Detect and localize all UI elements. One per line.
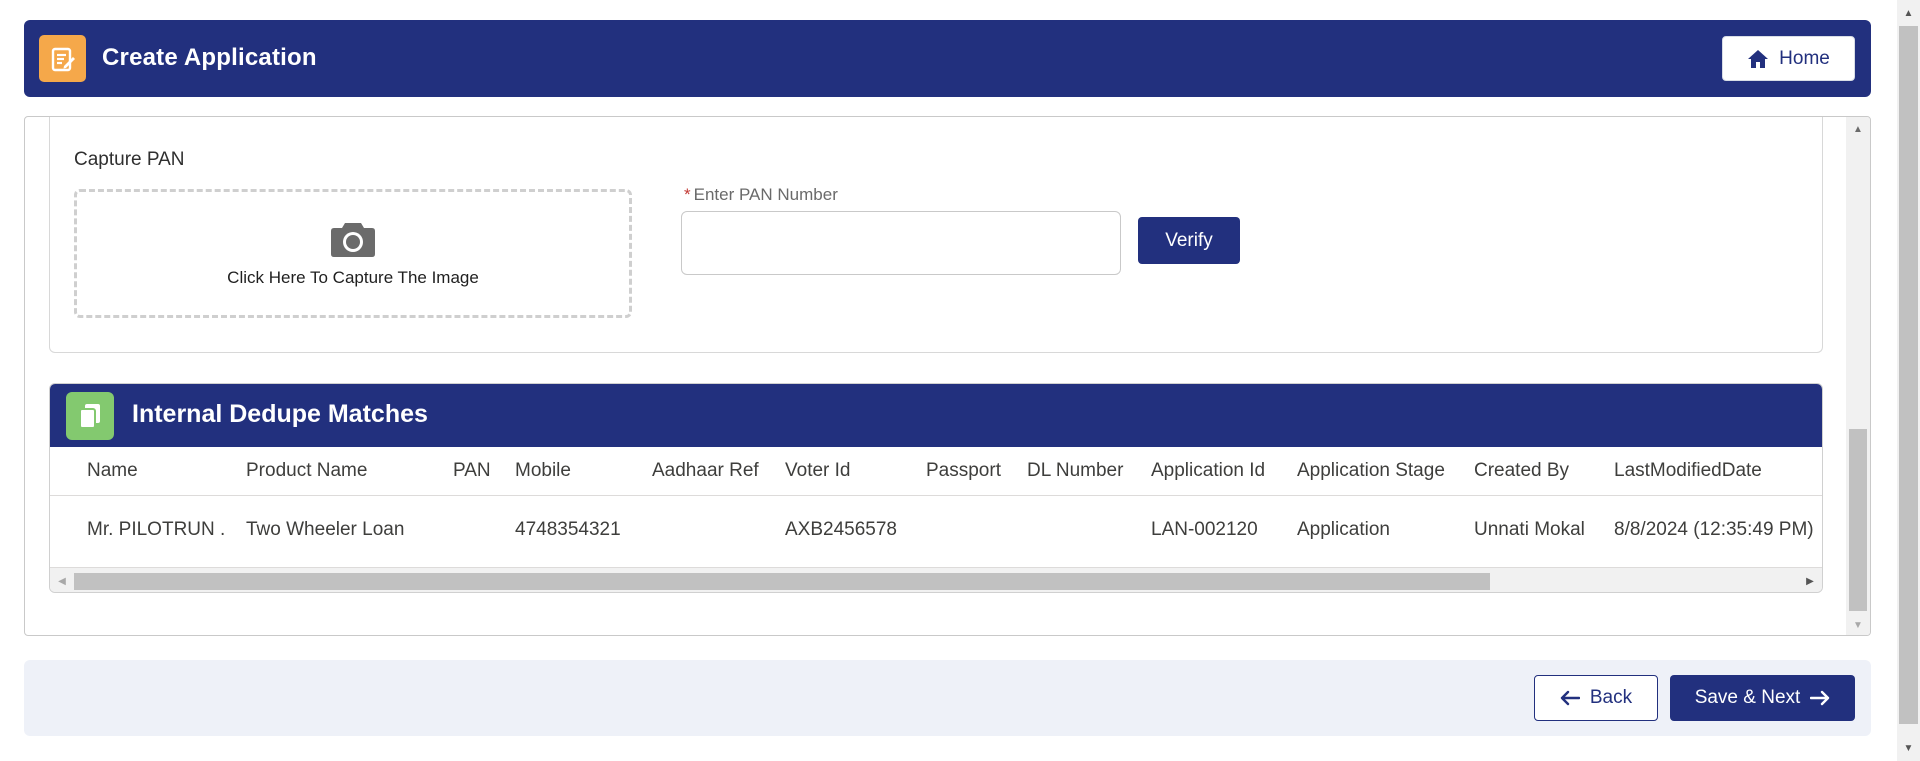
home-icon [1748, 49, 1769, 68]
column-header-product-name[interactable]: Product Name [246, 460, 367, 482]
verify-button[interactable]: Verify [1138, 217, 1240, 264]
column-header-application-stage[interactable]: Application Stage [1297, 460, 1445, 482]
column-header-voter-id[interactable]: Voter Id [785, 460, 851, 482]
capture-pan-title: Capture PAN [74, 149, 185, 170]
page-vertical-scrollbar[interactable]: ▲ ▼ [1897, 0, 1920, 761]
back-button[interactable]: Back [1534, 675, 1658, 721]
cell-product-name: Two Wheeler Loan [246, 519, 405, 540]
cell-name: Mr. PILOTRUN . [87, 519, 226, 540]
documents-icon [66, 392, 114, 440]
column-header-name[interactable]: Name [87, 460, 138, 482]
scroll-down-icon[interactable]: ▼ [1846, 615, 1870, 635]
column-header-last-modified-date[interactable]: LastModifiedDate [1614, 460, 1762, 482]
cell-mobile: 4748354321 [515, 519, 621, 540]
edit-document-icon [39, 35, 86, 82]
column-header-mobile[interactable]: Mobile [515, 460, 571, 482]
dedupe-title: Internal Dedupe Matches [132, 400, 428, 428]
main-content-panel: Capture PAN Click Here To Capture The Im… [24, 116, 1871, 636]
capture-image-area[interactable]: Click Here To Capture The Image [74, 189, 632, 318]
pan-number-label: * Enter PAN Number [684, 185, 838, 205]
page-scroll-up-icon[interactable]: ▲ [1897, 4, 1920, 22]
pan-capture-card: Capture PAN Click Here To Capture The Im… [49, 117, 1823, 353]
dedupe-table: Name Product Name PAN Mobile Aadhaar Ref… [50, 447, 1822, 592]
horizontal-scroll-thumb[interactable] [74, 573, 1490, 590]
capture-image-text: Click Here To Capture The Image [227, 267, 479, 287]
header-divider [50, 495, 1822, 496]
pan-number-input[interactable] [681, 211, 1121, 275]
panel-scroll-thumb[interactable] [1849, 429, 1867, 611]
table-horizontal-scrollbar[interactable]: ◀ ▶ [50, 568, 1822, 592]
pan-number-label-text: Enter PAN Number [693, 185, 838, 204]
column-header-dl-number[interactable]: DL Number [1027, 460, 1123, 482]
camera-icon [331, 222, 375, 257]
internal-dedupe-card: Internal Dedupe Matches Name Product Nam… [49, 383, 1823, 593]
cell-voter-id: AXB2456578 [785, 519, 897, 540]
arrow-right-icon [1810, 690, 1830, 706]
column-header-passport[interactable]: Passport [926, 460, 1001, 482]
page-title: Create Application [102, 44, 317, 71]
save-next-button[interactable]: Save & Next [1670, 675, 1855, 721]
cell-created-by: Unnati Mokal [1474, 519, 1585, 540]
scroll-left-icon[interactable]: ◀ [52, 568, 72, 592]
scroll-right-icon[interactable]: ▶ [1800, 568, 1820, 592]
cell-application-id: LAN-002120 [1151, 519, 1258, 540]
column-header-aadhaar-ref[interactable]: Aadhaar Ref [652, 460, 759, 482]
page-scroll-thumb[interactable] [1899, 26, 1918, 724]
home-button-label: Home [1779, 47, 1830, 69]
cell-application-stage: Application [1297, 519, 1390, 540]
page-header: Create Application Home [24, 20, 1871, 97]
back-button-label: Back [1589, 687, 1633, 708]
home-button[interactable]: Home [1722, 36, 1855, 81]
footer-bar: Back Save & Next [24, 660, 1871, 736]
column-header-created-by[interactable]: Created By [1474, 460, 1569, 482]
column-header-pan[interactable]: PAN [453, 460, 491, 482]
scroll-up-icon[interactable]: ▲ [1846, 119, 1870, 139]
column-header-application-id[interactable]: Application Id [1151, 460, 1265, 482]
panel-vertical-scrollbar[interactable]: ▲ ▼ [1846, 117, 1870, 635]
cell-last-modified-date: 8/8/2024 (12:35:49 PM) [1614, 519, 1814, 540]
save-next-button-label: Save & Next [1694, 687, 1801, 708]
required-marker: * [684, 185, 691, 204]
page-scroll-down-icon[interactable]: ▼ [1897, 739, 1920, 757]
arrow-left-icon [1560, 690, 1580, 706]
dedupe-header: Internal Dedupe Matches [50, 384, 1822, 447]
